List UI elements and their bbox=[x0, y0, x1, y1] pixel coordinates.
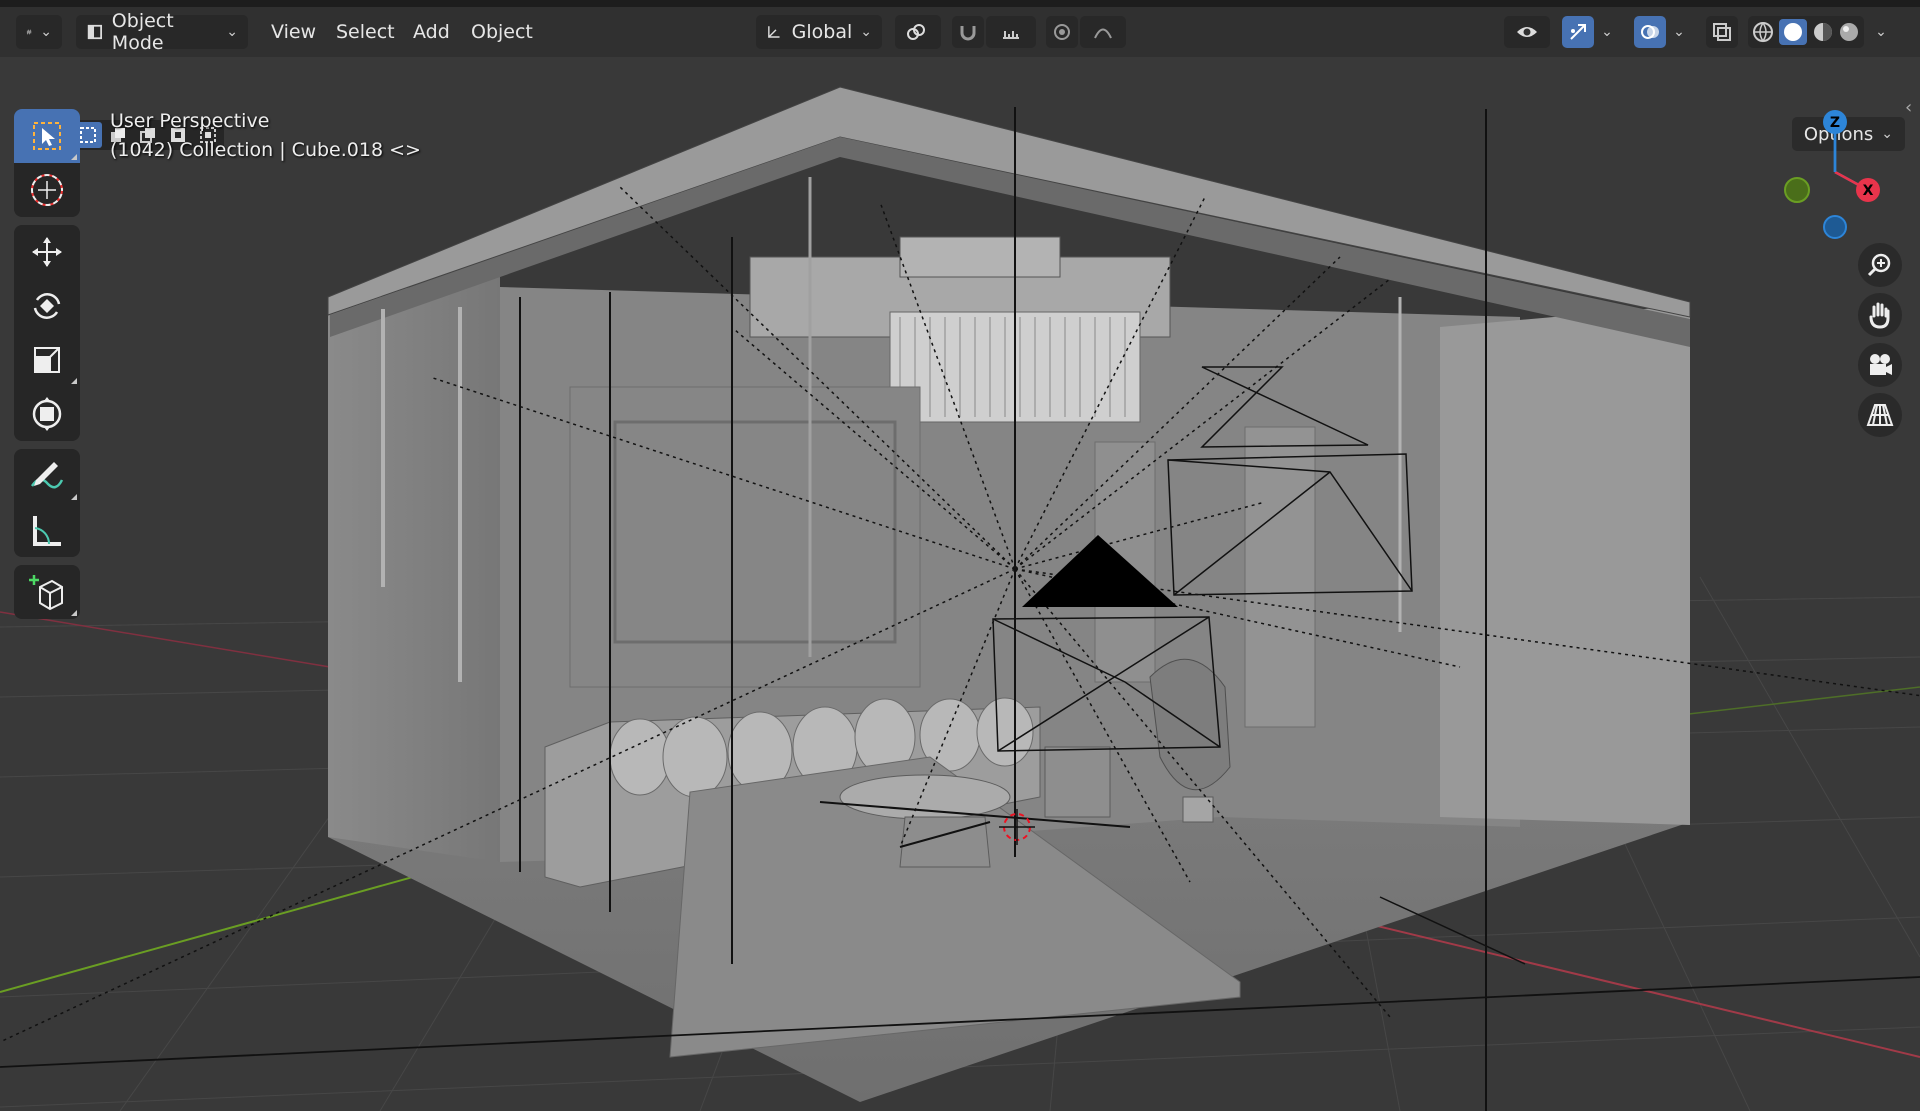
tool-group-transform bbox=[14, 225, 80, 441]
mode-dropdown[interactable]: Object Mode ⌄ bbox=[76, 10, 248, 54]
menu-view-label: View bbox=[271, 21, 317, 43]
camera-icon bbox=[1870, 354, 1892, 375]
tool-add-cube[interactable] bbox=[14, 565, 80, 619]
corner-triangle-icon bbox=[71, 378, 77, 384]
tool-group-annotate bbox=[14, 449, 80, 557]
menu-object[interactable]: Object bbox=[461, 15, 543, 49]
menu-select[interactable]: Select bbox=[326, 15, 405, 49]
add-cube-icon bbox=[29, 575, 63, 611]
perspective-toggle-button[interactable] bbox=[1858, 393, 1902, 437]
gizmo-z-label: Z bbox=[1830, 115, 1840, 131]
pivot-link-icon bbox=[907, 24, 925, 40]
viewport-header: ⌄ Object Mode ⌄ View Select Add Object G… bbox=[0, 7, 1920, 57]
transform-icon bbox=[32, 397, 62, 431]
shading-dropdown[interactable]: ⌄ bbox=[1870, 16, 1892, 48]
chevron-down-icon: ⌄ bbox=[1673, 24, 1685, 40]
gizmo-toggle[interactable] bbox=[1562, 16, 1594, 48]
falloff-curve-icon bbox=[1094, 28, 1112, 39]
annotate-icon bbox=[30, 462, 64, 489]
tool-cursor[interactable] bbox=[14, 163, 80, 217]
orientation-dropdown[interactable]: Global ⌄ bbox=[756, 15, 882, 49]
gizmo-y-axis[interactable] bbox=[1784, 177, 1810, 203]
rotate-icon bbox=[33, 293, 61, 319]
corner-triangle-icon bbox=[71, 154, 77, 160]
overlays-icon bbox=[1641, 25, 1659, 39]
tool-annotate[interactable] bbox=[14, 449, 80, 503]
3d-viewport[interactable]: User Perspective (1042) Collection | Cub… bbox=[0, 57, 1920, 1111]
proportional-edit-icon bbox=[1054, 24, 1070, 40]
tool-group-select bbox=[14, 109, 80, 217]
gizmo-dropdown[interactable]: ⌄ bbox=[1596, 16, 1618, 48]
menu-object-label: Object bbox=[471, 21, 533, 43]
scale-icon bbox=[34, 347, 60, 373]
xray-toggle[interactable] bbox=[1706, 16, 1738, 48]
orientation-label: Global bbox=[791, 21, 853, 43]
mode-label: Object Mode bbox=[111, 10, 174, 54]
eye-icon bbox=[1517, 27, 1537, 37]
tool-transform[interactable] bbox=[14, 387, 80, 441]
top-strip bbox=[0, 0, 1920, 7]
snap-increment-icon bbox=[1003, 31, 1019, 39]
magnet-icon bbox=[960, 26, 976, 41]
tool-scale[interactable] bbox=[14, 333, 80, 387]
select-new-icon bbox=[80, 127, 96, 143]
camera-view-button[interactable] bbox=[1858, 343, 1902, 387]
viewport-editor-icon bbox=[26, 29, 32, 35]
menu-add[interactable]: Add bbox=[403, 15, 460, 49]
zoom-button[interactable] bbox=[1858, 243, 1902, 287]
chevron-down-icon: ⌄ bbox=[226, 24, 238, 40]
visibility-dropdown[interactable] bbox=[1504, 16, 1550, 48]
corner-triangle-icon bbox=[71, 494, 77, 500]
chevron-down-icon: ⌄ bbox=[1601, 24, 1613, 40]
pivot-dropdown[interactable] bbox=[895, 15, 941, 49]
object-mode-icon bbox=[87, 24, 103, 40]
shading-icons bbox=[1753, 19, 1858, 45]
overlays-dropdown[interactable]: ⌄ bbox=[1668, 16, 1690, 48]
falloff-dropdown[interactable] bbox=[1080, 16, 1126, 48]
overlays-toggle[interactable] bbox=[1634, 16, 1666, 48]
viewport-perspective-label: User Perspective bbox=[110, 110, 270, 132]
sidebar-toggle[interactable]: ‹ bbox=[1905, 97, 1919, 118]
tool-rotate[interactable] bbox=[14, 279, 80, 333]
tool-shelf bbox=[14, 109, 80, 627]
tool-select-box[interactable] bbox=[14, 109, 80, 163]
scene-canvas[interactable] bbox=[0, 57, 1920, 1111]
snap-toggle[interactable] bbox=[952, 16, 984, 48]
corner-triangle-icon bbox=[71, 610, 77, 616]
proportional-edit-toggle[interactable] bbox=[1046, 16, 1078, 48]
hand-pan-icon bbox=[1869, 302, 1890, 329]
gizmo-negative-z[interactable] bbox=[1823, 215, 1847, 239]
measure-icon bbox=[33, 516, 61, 546]
gizmo-icon bbox=[1570, 24, 1586, 40]
xray-icon bbox=[1713, 23, 1731, 41]
menu-view[interactable]: View bbox=[261, 15, 326, 49]
chevron-down-icon: ⌄ bbox=[1875, 24, 1887, 40]
editor-type-dropdown[interactable]: ⌄ bbox=[16, 15, 62, 49]
tool-group-add bbox=[14, 565, 80, 619]
orientation-icon bbox=[768, 26, 780, 38]
menu-add-label: Add bbox=[413, 21, 450, 43]
menu-select-label: Select bbox=[336, 21, 395, 43]
select-box-icon bbox=[33, 122, 61, 150]
perspective-grid-icon bbox=[1866, 404, 1894, 426]
cursor-icon bbox=[31, 174, 63, 206]
zoom-icon bbox=[1867, 253, 1891, 277]
chevron-down-icon: ⌄ bbox=[40, 24, 52, 40]
shading-modes bbox=[1748, 16, 1864, 48]
snap-target-dropdown[interactable] bbox=[986, 16, 1036, 48]
tool-measure[interactable] bbox=[14, 503, 80, 557]
chevron-down-icon: ⌄ bbox=[860, 24, 872, 40]
gizmo-x-label: X bbox=[1863, 183, 1874, 199]
pan-button[interactable] bbox=[1858, 293, 1902, 337]
navigation-gizmo[interactable]: Z X bbox=[1760, 97, 1910, 247]
viewport-collection-label: (1042) Collection | Cube.018 <> bbox=[110, 139, 421, 161]
move-icon bbox=[32, 237, 62, 267]
tool-move[interactable] bbox=[14, 225, 80, 279]
